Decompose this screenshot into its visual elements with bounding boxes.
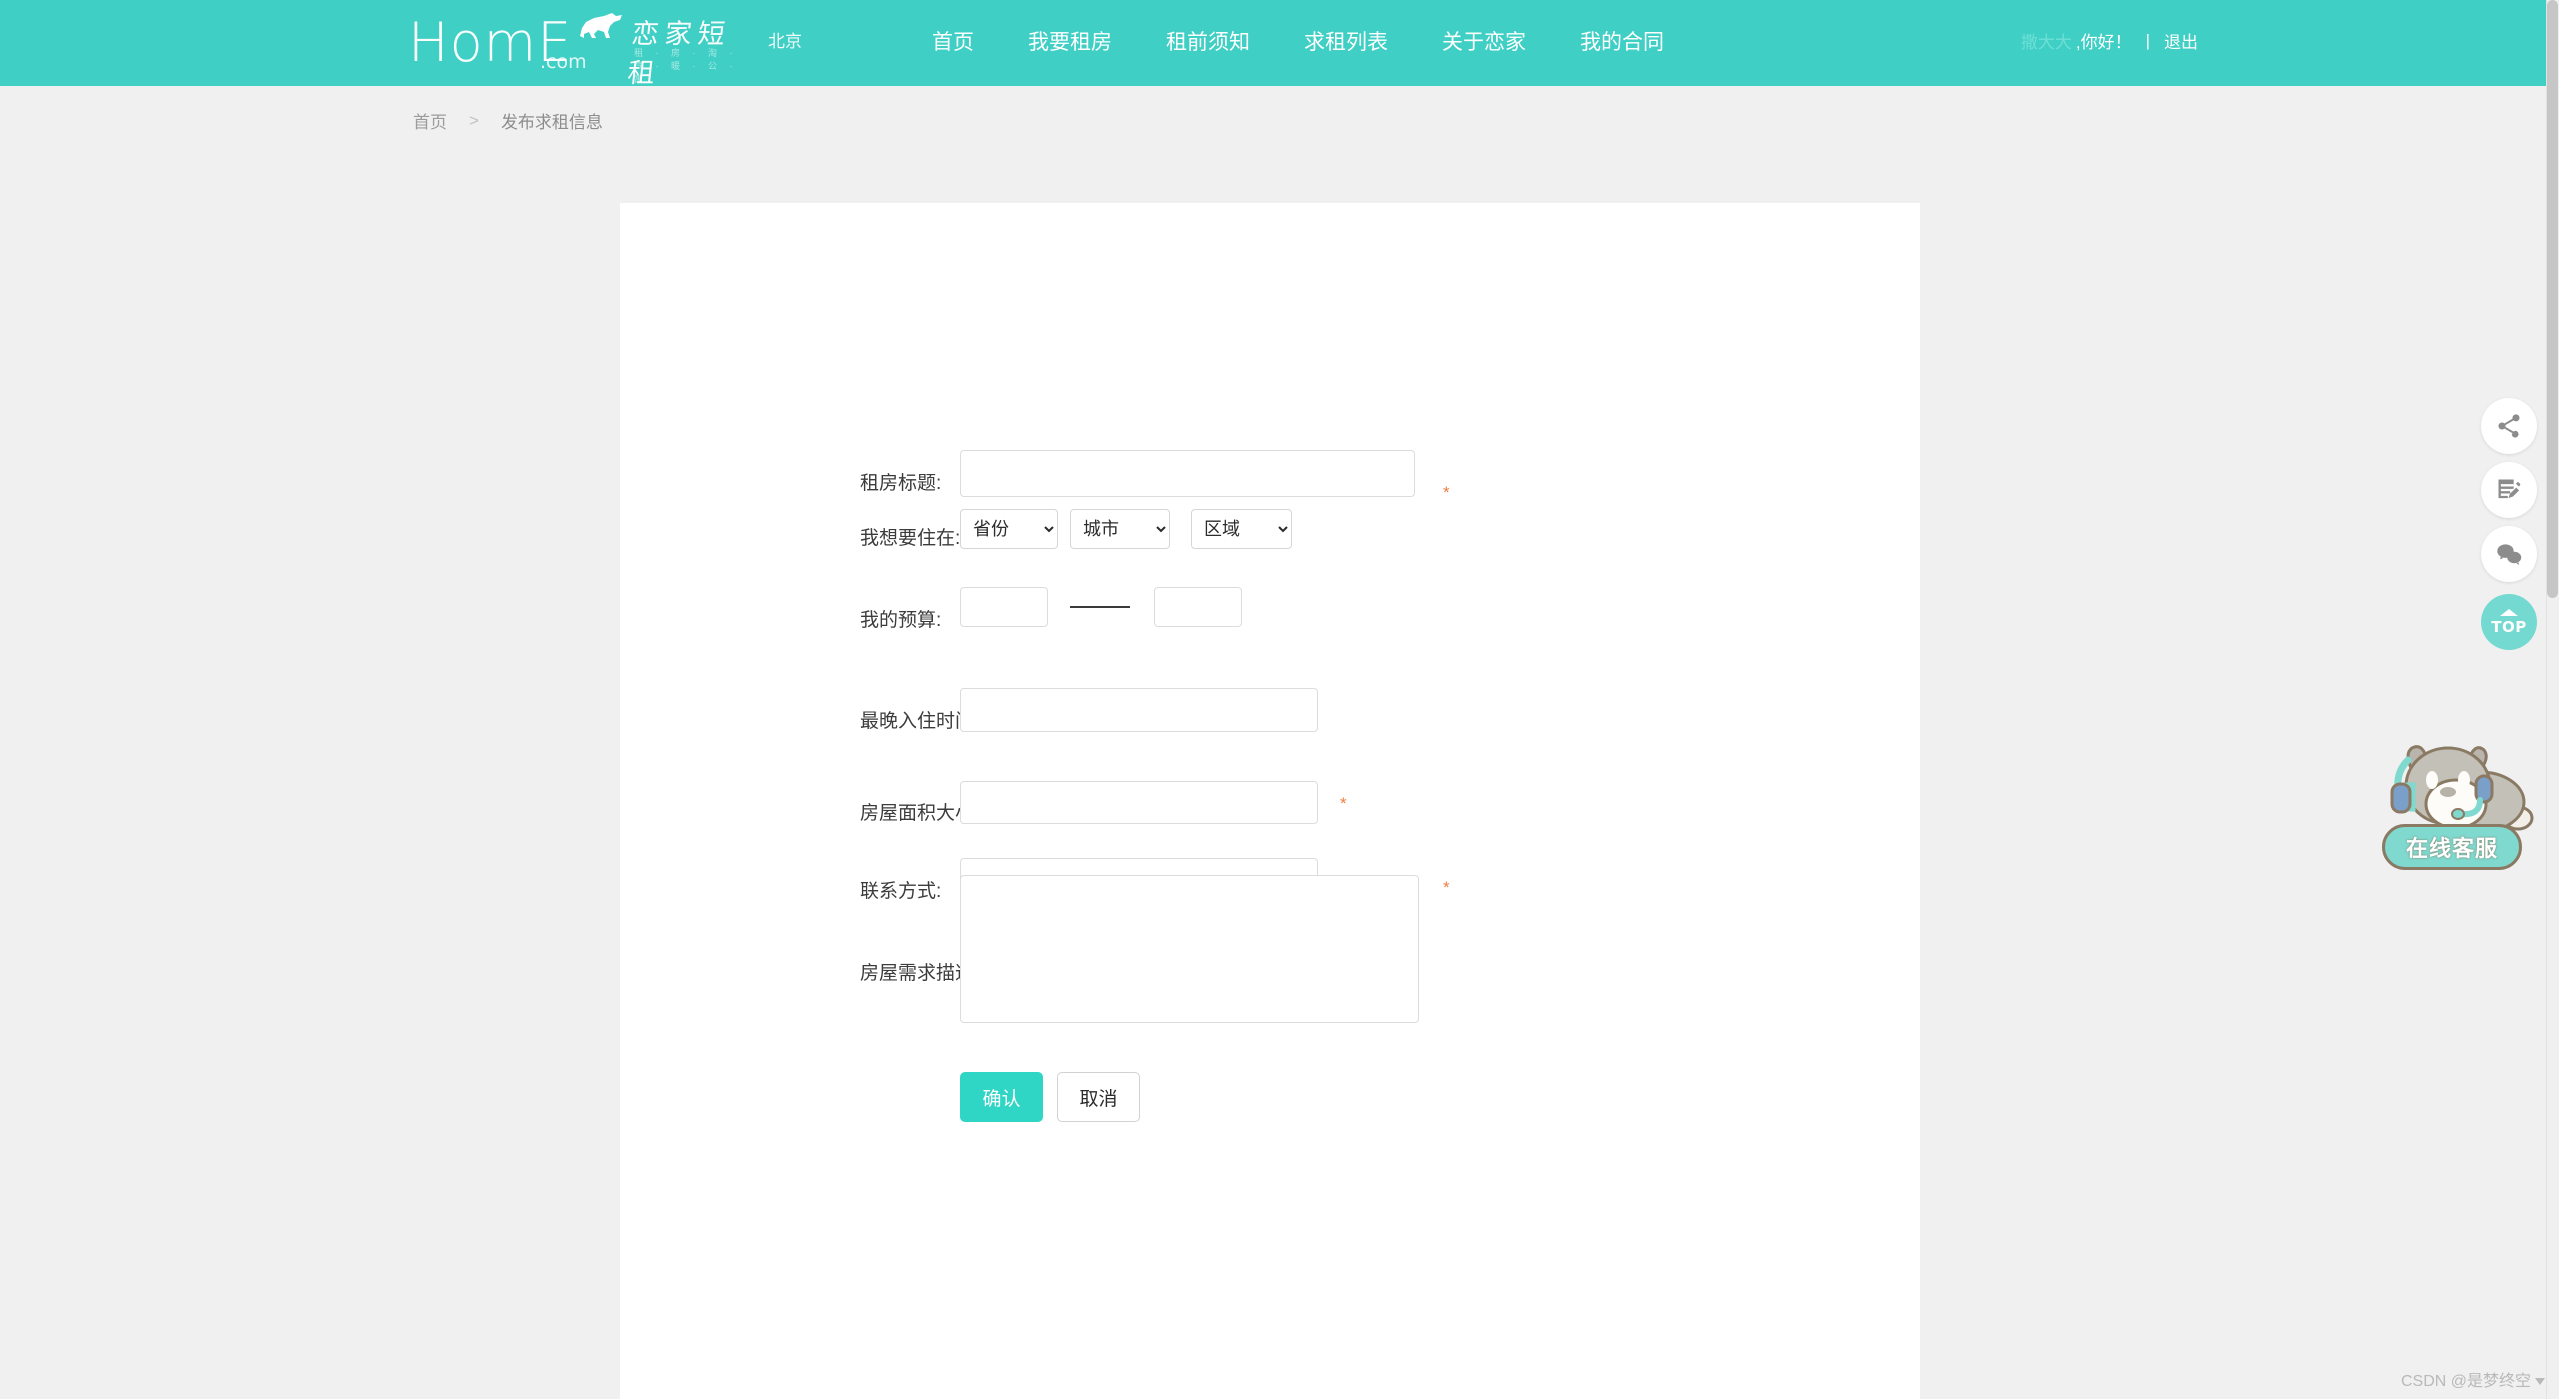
online-service-label: 在线客服 xyxy=(2406,831,2498,863)
site-header: HomE .com 恋家短租 租 · 房 · 淘 · 气 · 暖 · 公 · 寓… xyxy=(0,0,2546,86)
confirm-button[interactable]: 确认 xyxy=(960,1072,1043,1122)
username-label: 撒大大 xyxy=(2021,28,2072,53)
required-mark-description: * xyxy=(1443,879,1450,896)
user-separator: | xyxy=(2146,31,2150,51)
input-checkin-date[interactable] xyxy=(960,688,1318,732)
watermark-text: CSDN @是梦终空 xyxy=(2401,1367,2531,1391)
required-mark-title: * xyxy=(1443,484,1450,501)
nav-item-about[interactable]: 关于恋家 xyxy=(1415,0,1553,86)
watermark: CSDN @是梦终空 xyxy=(2401,1367,2545,1391)
required-mark-area: * xyxy=(1340,795,1347,812)
dash-icon xyxy=(1070,606,1130,608)
logo-brand-dotcom: .com xyxy=(540,51,587,73)
scrollbar-thumb[interactable] xyxy=(2547,0,2558,598)
cancel-button[interactable]: 取消 xyxy=(1057,1072,1140,1122)
float-action-bar: TOP xyxy=(2481,398,2537,650)
label-location: 我想要住在: xyxy=(860,523,960,550)
watermark-triangle-icon xyxy=(2535,1378,2545,1385)
input-budget-min[interactable] xyxy=(960,587,1048,627)
share-icon xyxy=(2495,412,2523,440)
user-area: 撒大大 ,你好！ | 退出 xyxy=(2021,28,2198,53)
back-to-top-button[interactable]: TOP xyxy=(2481,594,2537,650)
wechat-button[interactable] xyxy=(2481,526,2537,582)
nav-item-rent[interactable]: 我要租房 xyxy=(1001,0,1139,86)
breadcrumb-current: 发布求租信息 xyxy=(501,108,603,133)
online-service-pill[interactable]: 在线客服 xyxy=(2382,824,2522,870)
input-house-area[interactable] xyxy=(960,781,1318,824)
up-arrow-icon xyxy=(2500,609,2518,616)
nav-item-request-list[interactable]: 求租列表 xyxy=(1277,0,1415,86)
select-city[interactable]: 城市 xyxy=(1070,509,1170,549)
form-card: 租房标题: * 我想要住在: 省份 城市 区域 我的预算: 最晚入住时间: xyxy=(620,203,1920,1399)
select-province[interactable]: 省份 xyxy=(960,509,1058,549)
site-logo[interactable]: HomE .com 恋家短租 租 · 房 · 淘 · 气 · 暖 · 公 · 寓 xyxy=(408,8,738,70)
label-title: 租房标题: xyxy=(860,468,941,495)
breadcrumb-home[interactable]: 首页 xyxy=(413,108,447,133)
share-button[interactable] xyxy=(2481,398,2537,454)
label-contact: 联系方式: xyxy=(860,876,941,903)
greeting-label: ,你好！ xyxy=(2076,28,2132,53)
feedback-edit-icon xyxy=(2495,476,2523,504)
breadcrumb: 首页 > 发布求租信息 xyxy=(413,108,603,133)
nav-item-notice[interactable]: 租前须知 xyxy=(1139,0,1277,86)
logout-link[interactable]: 退出 xyxy=(2164,28,2198,53)
scrollbar-track[interactable] xyxy=(2547,598,2558,1399)
dog-icon xyxy=(576,10,628,40)
label-budget: 我的预算: xyxy=(860,605,941,632)
nav-item-home[interactable]: 首页 xyxy=(905,0,1001,86)
online-service-widget[interactable]: 在线客服 xyxy=(2368,740,2536,870)
logo-brand-cn-sub: 租 · 房 · 淘 · 气 · 暖 · 公 · 寓 xyxy=(634,46,738,85)
input-title[interactable] xyxy=(960,450,1415,497)
select-district[interactable]: 区域 xyxy=(1191,509,1292,549)
breadcrumb-separator: > xyxy=(469,111,479,131)
page-root: HomE .com 恋家短租 租 · 房 · 淘 · 气 · 暖 · 公 · 寓… xyxy=(0,0,2559,1399)
page-scrollbar[interactable] xyxy=(2546,0,2559,1399)
nav-item-contract[interactable]: 我的合同 xyxy=(1553,0,1691,86)
feedback-button[interactable] xyxy=(2481,462,2537,518)
main-nav: 首页 我要租房 租前须知 求租列表 关于恋家 我的合同 xyxy=(905,0,1691,86)
wechat-icon xyxy=(2495,540,2523,568)
back-to-top-label: TOP xyxy=(2491,618,2526,636)
city-selector[interactable]: 北京 xyxy=(768,27,802,52)
input-budget-max[interactable] xyxy=(1154,587,1242,627)
textarea-description[interactable] xyxy=(960,875,1419,1023)
